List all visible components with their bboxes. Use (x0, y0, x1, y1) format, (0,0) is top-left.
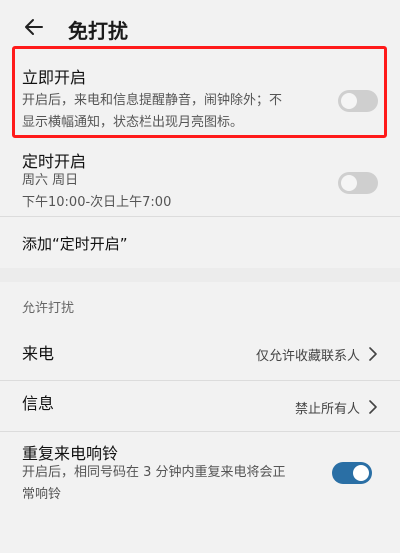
messages-row[interactable]: 信息 禁止所有人 (0, 381, 400, 431)
immediate-enable-toggle[interactable] (338, 90, 378, 112)
page-title: 免打扰 (68, 19, 128, 43)
toggle-knob (341, 175, 357, 191)
repeat-calls-desc-line2: 常响铃 (22, 487, 62, 502)
repeat-calls-toggle[interactable] (332, 462, 372, 484)
messages-title: 信息 (22, 394, 55, 413)
chevron-right-icon (368, 346, 378, 361)
scheduled-days: 周六 周日 (22, 173, 79, 188)
section-gap (0, 268, 400, 282)
calls-row[interactable]: 来电 仅允许收藏联系人 (0, 326, 400, 380)
allow-section-header: 允许打扰 (0, 282, 400, 322)
scheduled-enable-title: 定时开启 (22, 152, 87, 171)
repeat-calls-row[interactable]: 重复来电响铃 开启后，相同号码在 3 分钟内重复来电将会正 常响铃 (0, 432, 400, 532)
scheduled-enable-row[interactable]: 定时开启 周六 周日 下午10:00-次日上午7:00 (0, 142, 400, 216)
header-bar: 免打扰 (0, 0, 400, 44)
repeat-calls-title: 重复来电响铃 (22, 444, 119, 463)
immediate-enable-desc-line2: 显示横幅通知，状态栏出现月亮图标。 (22, 115, 244, 130)
immediate-enable-desc-line1: 开启后，来电和信息提醒静音，闹钟除外；不 (22, 93, 283, 108)
allow-section-label: 允许打扰 (22, 301, 75, 316)
repeat-calls-desc-line1: 开启后，相同号码在 3 分钟内重复来电将会正 (22, 465, 286, 480)
immediate-enable-title: 立即开启 (22, 68, 87, 87)
chevron-right-icon (368, 399, 378, 414)
toggle-knob (341, 93, 357, 109)
calls-title: 来电 (22, 344, 55, 363)
toggle-knob (353, 465, 369, 481)
immediate-enable-row[interactable]: 立即开启 开启后，来电和信息提醒静音，闹钟除外；不 显示横幅通知，状态栏出现月亮… (0, 48, 400, 138)
messages-value: 禁止所有人 (294, 402, 360, 417)
add-schedule-row[interactable]: 添加“定时开启” (0, 217, 400, 267)
back-arrow-icon[interactable] (22, 14, 48, 40)
settings-screen: 免打扰 立即开启 开启后，来电和信息提醒静音，闹钟除外；不 显示横幅通知，状态栏… (0, 0, 400, 553)
add-schedule-link[interactable]: 添加“定时开启” (22, 233, 128, 254)
scheduled-enable-toggle[interactable] (338, 172, 378, 194)
calls-value: 仅允许收藏联系人 (255, 349, 360, 364)
scheduled-time: 下午10:00-次日上午7:00 (22, 195, 172, 210)
